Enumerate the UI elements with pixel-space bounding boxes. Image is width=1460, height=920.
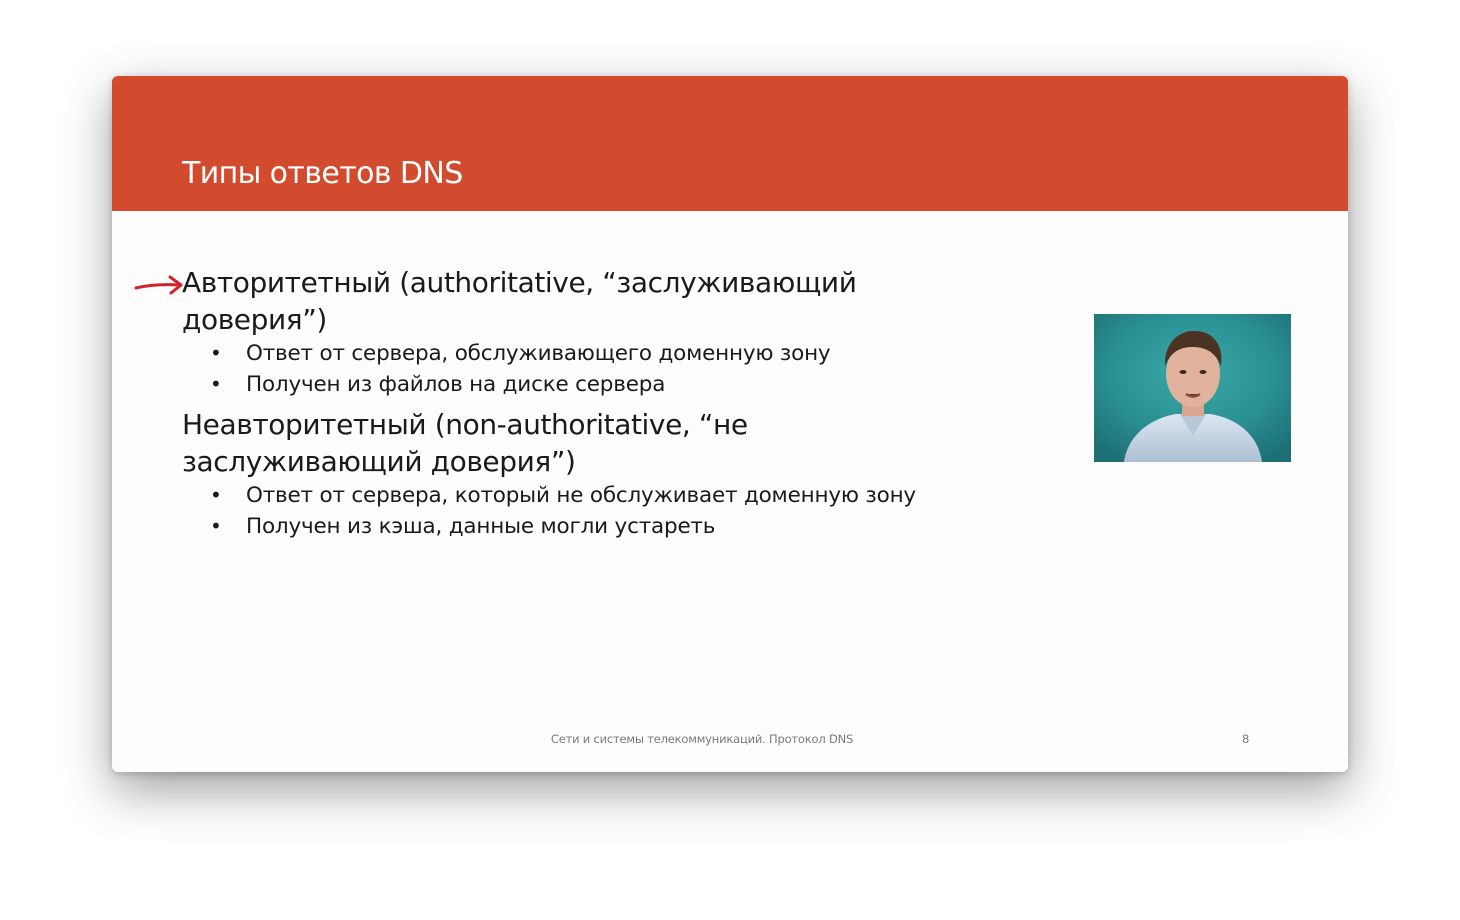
- slide-page-number: 8: [1242, 732, 1250, 746]
- bullet-icon: •: [210, 483, 222, 507]
- bullet-item: • Ответ от сервера, обслуживающего доменн…: [210, 338, 952, 369]
- bullet-text: Ответ от сервера, который не обслуживает…: [246, 483, 916, 508]
- red-arrow-pointer-icon: [134, 275, 183, 295]
- bullet-icon: •: [210, 372, 222, 396]
- heading-non-authoritative: Неавторитетный (non-authoritative, “не з…: [182, 408, 748, 478]
- slide-footer: Сети и системы телекоммуникаций. Протоко…: [550, 732, 854, 746]
- presenter-video-icon: [1094, 314, 1291, 462]
- bullet-text: Ответ от сервера, обслуживающего доменну…: [246, 341, 831, 366]
- slide-title: Типы ответов DNS: [182, 156, 463, 191]
- bullet-text: Получен из файлов на диске сервера: [246, 372, 666, 397]
- slide-body: Авторитетный (authoritative, “заслуживаю…: [182, 264, 952, 542]
- bullet-item: • Получен из кэша, данные могли устареть: [210, 511, 952, 542]
- bullet-list-authoritative: • Ответ от сервера, обслуживающего доменн…: [182, 338, 952, 400]
- heading-authoritative: Авторитетный (authoritative, “заслуживаю…: [182, 266, 857, 336]
- bullet-list-non-authoritative: • Ответ от сервера, который не обслуживае…: [182, 480, 952, 542]
- bullet-item: • Получен из файлов на диске сервера: [210, 369, 952, 400]
- bullet-icon: •: [210, 341, 222, 365]
- presenter-video[interactable]: [1094, 314, 1291, 462]
- bullet-item: • Ответ от сервера, который не обслуживае…: [210, 480, 952, 511]
- bullet-icon: •: [210, 514, 222, 538]
- slide-header: Типы ответов DNS: [112, 76, 1348, 211]
- bullet-text: Получен из кэша, данные могли устареть: [246, 514, 716, 539]
- presentation-window: Типы ответов DNS Авторитетный (authorita…: [112, 76, 1348, 772]
